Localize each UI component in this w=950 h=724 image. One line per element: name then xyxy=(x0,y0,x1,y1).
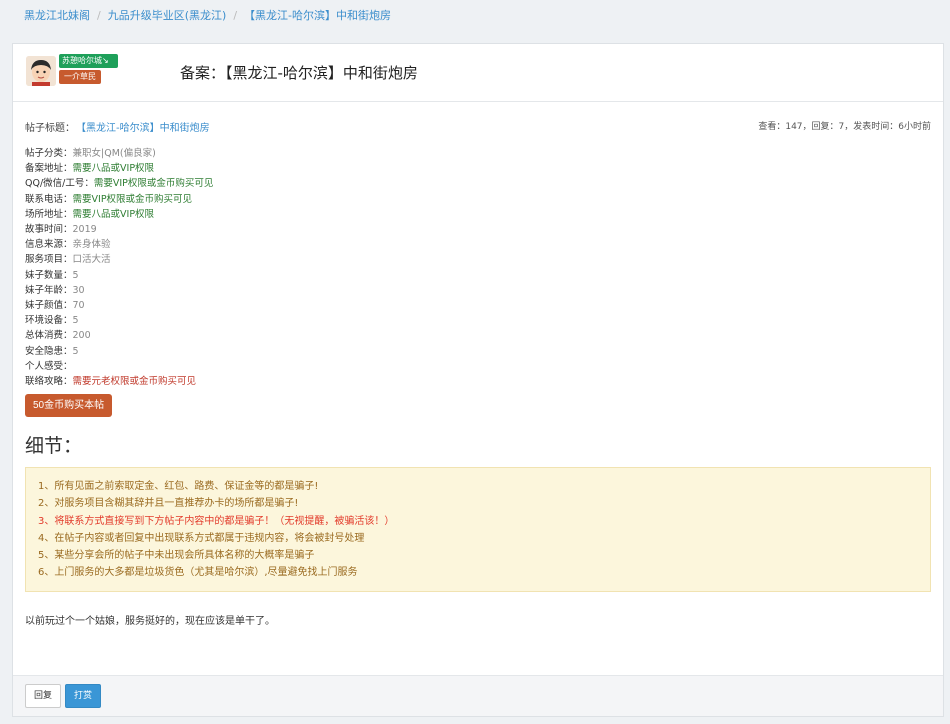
post-field-value: 兼职女|QM(偏良家) xyxy=(72,148,156,159)
post-field-label: 妹子数量： xyxy=(25,269,73,281)
avatar-cartoon-icon xyxy=(26,56,56,86)
post-field-label: 场所地址： xyxy=(25,208,73,220)
post-field-label: 信息来源： xyxy=(25,239,73,251)
post-field-row: 信息来源：亲身体验 xyxy=(25,237,931,252)
post-field-label: 帖子分类： xyxy=(25,148,73,159)
post-field-label: 联络攻略： xyxy=(25,376,73,388)
post-field-label: 服务项目： xyxy=(25,254,73,266)
post-field-value: 需要VIP权限或金币购买可见 xyxy=(72,193,193,205)
warning-line: 5、某些分享会所的帖子中未出现会所具体名称的大概率是骗子 xyxy=(38,550,315,562)
warning-line: 3、将联系方式直接写到下方帖子内容中的都是骗子！（无视提醒，被骗活该！） xyxy=(38,515,395,527)
breadcrumb-current-post[interactable]: 【黑龙江-哈尔滨】中和街炮房 xyxy=(244,7,391,23)
post-field-value: 5 xyxy=(72,315,79,327)
post-footer: 回复 打赏 xyxy=(13,675,943,716)
avatar[interactable] xyxy=(26,56,56,86)
post-field-value: 需要VIP权限或金币购买可见 xyxy=(93,178,214,190)
post-stats: 查看：147，回复：7，发表时间：6小时前 xyxy=(758,122,931,132)
post-field-label: 总体消费： xyxy=(25,330,73,342)
post-field-row: 个人感受： xyxy=(25,359,931,374)
user-rank-badge: 一介草民 xyxy=(59,70,101,84)
post-field-row: 安全隐患：5 xyxy=(25,344,931,359)
breadcrumb-separator: / xyxy=(97,8,101,22)
warning-box: 1、所有见面之前索取定金、红包、路费、保证金等的都是骗子! 2、对服务项目含糊其辞… xyxy=(25,467,931,593)
post-field-value: 亲身体验 xyxy=(72,239,111,251)
post-field-row: 环境设备：5 xyxy=(25,313,931,328)
post-title-label: 帖子标题： xyxy=(25,123,75,134)
breadcrumb-forum[interactable]: 黑龙江北妹阁 xyxy=(24,7,90,23)
post-field-row: 故事时间：2019 xyxy=(25,222,931,237)
post-field-value: 需要元老权限或金币购买可见 xyxy=(72,376,197,388)
breadcrumb-subforum[interactable]: 九品升级毕业区(黑龙江) xyxy=(108,7,227,23)
post-field-label: 妹子颜值： xyxy=(25,300,73,312)
post-field-row: 妹子年龄：30 xyxy=(25,283,931,298)
post-field-row: 联系电话：需要VIP权限或金币购买可见 xyxy=(25,192,931,207)
post-field-value: 30 xyxy=(72,284,85,296)
post-field-label: 故事时间： xyxy=(25,224,73,236)
post-field-label: 安全隐患： xyxy=(25,345,73,357)
post-field-value: 需要八品或VIP权限 xyxy=(72,163,155,175)
post-field-row: QQ/微信/工号：需要VIP权限或金币购买可见 xyxy=(25,176,931,191)
buy-post-button[interactable]: 50金币购买本帖 xyxy=(25,394,113,418)
post-fields: 帖子分类：兼职女|QM(偏良家) 备案地址：需要八品或VIP权限 QQ/微信/工号：… xyxy=(25,146,931,389)
warning-line: 6、上门服务的大多都是垃圾货色（尤其是哈尔滨）,尽量避免找上门服务 xyxy=(38,567,358,579)
post-title-link[interactable]: 【黑龙江-哈尔滨】中和街炮房 xyxy=(81,123,210,134)
post-field-row: 妹子颜值：70 xyxy=(25,298,931,313)
detail-heading: 细节： xyxy=(25,435,83,458)
user-group-badge: 苏憩哈尔城↘ xyxy=(59,54,118,68)
post-field-label: QQ/微信/工号： xyxy=(25,178,94,190)
post-body: 帖子标题： 【黑龙江-哈尔滨】中和街炮房 查看：147，回复：7，发表时间：6小时… xyxy=(13,119,943,627)
post-content: 以前玩过个一个姑娘，服务挺好的，现在应该是单干了。 xyxy=(25,616,275,628)
post-meta: 帖子标题： 【黑龙江-哈尔滨】中和街炮房 查看：147，回复：7，发表时间：6小时… xyxy=(25,119,931,134)
post-field-label: 个人感受： xyxy=(25,360,73,372)
post-field-row: 联络攻略：需要元老权限或金币购买可见 xyxy=(25,374,931,389)
post-field-row: 总体消费：200 xyxy=(25,328,931,343)
post-field-value: 70 xyxy=(72,300,85,312)
post-field-value: 口活大活 xyxy=(72,254,111,266)
breadcrumb: 黑龙江北妹阁 / 九品升级毕业区(黑龙江) / 【黑龙江-哈尔滨】中和街炮房 xyxy=(0,0,950,30)
post-field-row: 帖子分类：兼职女|QM(偏良家) xyxy=(25,146,931,161)
user-badges: 苏憩哈尔城↘ 一介草民 xyxy=(59,54,118,86)
warning-line: 2、对服务项目含糊其辞并且一直推荐办卡的场所都是骗子! xyxy=(38,498,299,510)
post-field-value: 5 xyxy=(72,345,79,357)
post-field-row: 妹子数量：5 xyxy=(25,268,931,283)
post-field-value: 2019 xyxy=(72,224,97,236)
post-field-label: 备案地址： xyxy=(25,163,73,175)
reply-button[interactable]: 回复 xyxy=(25,684,62,708)
post-title-row: 帖子标题： 【黑龙江-哈尔滨】中和街炮房 xyxy=(25,119,210,134)
post-field-row: 服务项目：口活大活 xyxy=(25,252,931,267)
post-field-label: 联系电话： xyxy=(25,193,73,205)
page-title: 备案：【黑龙江-哈尔滨】中和街炮房 xyxy=(180,64,418,82)
breadcrumb-separator: / xyxy=(233,8,238,22)
tip-button[interactable]: 打赏 xyxy=(65,684,102,708)
post-field-row: 备案地址：需要八品或VIP权限 xyxy=(25,161,931,176)
post-field-row: 场所地址：需要八品或VIP权限 xyxy=(25,207,931,222)
post-field-label: 环境设备： xyxy=(25,315,73,327)
post-field-label: 妹子年龄： xyxy=(25,284,73,296)
warning-line: 1、所有见面之前索取定金、红包、路费、保证金等的都是骗子! xyxy=(38,481,319,493)
post-field-value: 200 xyxy=(72,330,91,342)
post-header: 苏憩哈尔城↘ 一介草民 备案：【黑龙江-哈尔滨】中和街炮房 xyxy=(13,44,943,102)
warning-line: 4、在帖子内容或者回复中出现联系方式都属于违规内容，将会被封号处理 xyxy=(38,532,365,544)
post-card: 苏憩哈尔城↘ 一介草民 备案：【黑龙江-哈尔滨】中和街炮房 帖子标题： 【黑龙江-… xyxy=(12,43,944,717)
post-field-value: 5 xyxy=(72,269,79,281)
post-field-value: 需要八品或VIP权限 xyxy=(72,208,155,220)
